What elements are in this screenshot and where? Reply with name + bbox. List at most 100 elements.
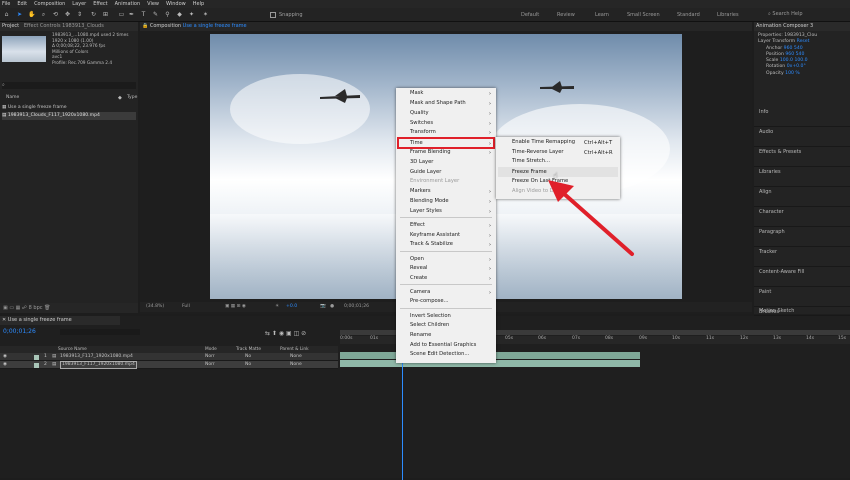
tab-effect-controls[interactable]: Effect Controls 1983913_Clouds (24, 23, 104, 29)
menu-item-rename[interactable]: Rename (410, 331, 431, 340)
pan-tool-icon[interactable]: ✥ (64, 11, 71, 18)
menu-item-add-essential-graphics[interactable]: Add to Essential Graphics (410, 341, 476, 350)
exposure-value[interactable]: +0.0 (286, 302, 297, 312)
roto-brush-icon[interactable]: ✦ (188, 11, 195, 18)
panel-motion-sketch[interactable]: Motion Sketch (754, 306, 850, 316)
menu-item-switches[interactable]: Switches (410, 119, 433, 128)
layer-name[interactable]: 1983913_F117_1920x1080.mp4 (60, 361, 137, 369)
menu-item-time[interactable]: Time (410, 139, 423, 148)
animation-composer-title[interactable]: Animation Composer 3 (754, 22, 850, 31)
panel-audio[interactable]: Audio (754, 127, 850, 147)
snapping-checkbox[interactable] (270, 12, 276, 18)
menu-window[interactable]: Window (166, 1, 186, 7)
scale-y-value[interactable]: 100.0 (794, 58, 807, 63)
visibility-eye-icon[interactable]: ◉ (3, 361, 7, 369)
layer-row[interactable]: ◉ 1 ▤ 1983913_F117_1920x1080.mp4 Norr No… (0, 353, 338, 361)
menu-item-create[interactable]: Create (410, 274, 427, 283)
opacity-value[interactable]: 100 % (785, 71, 800, 76)
menu-item-3d-layer[interactable]: 3D Layer (410, 158, 433, 167)
menu-item-open[interactable]: Open (410, 255, 424, 264)
scale-x-value[interactable]: 100.0 (780, 58, 793, 63)
layer-mode-dropdown[interactable]: Norr (205, 353, 215, 361)
menu-composition[interactable]: Composition (34, 1, 65, 7)
dolly-tool-icon[interactable]: ⇕ (76, 11, 83, 18)
new-comp-icon[interactable]: ▦ (16, 305, 21, 311)
composition-switches-icons[interactable]: ⇆ ⬆ ◉ ▣ ◫ ⊘ (265, 330, 306, 337)
column-source-name[interactable]: Source Name (58, 346, 87, 353)
region-of-interest-icon[interactable]: ▣ ▦ ⊞ ◉ (225, 302, 246, 312)
color-depth-label[interactable]: 8 bpc (29, 305, 43, 311)
workspace-learn[interactable]: Learn (595, 12, 609, 18)
snapshot-icon[interactable]: 📷 (320, 302, 326, 312)
visibility-eye-icon[interactable]: ◉ (3, 353, 7, 361)
timeline-timecode[interactable]: 0;00;01;26 (3, 328, 36, 335)
timeline-tab[interactable]: ✕ Use a single freeze frame (0, 316, 120, 325)
menu-item-select-children[interactable]: Select Children (410, 321, 449, 330)
layer-matte-dropdown[interactable]: No (245, 353, 251, 361)
position-y-value[interactable]: 540 (796, 52, 805, 57)
menu-item-markers[interactable]: Markers (410, 187, 431, 196)
orbit-tool-icon[interactable]: ⟲ (52, 11, 59, 18)
interpret-footage-icon[interactable]: ▣ (3, 305, 8, 311)
submenu-enable-time-remapping[interactable]: Enable Time Remapping (512, 138, 575, 147)
flowchart-icon[interactable]: ☍ (22, 305, 27, 311)
menu-item-transform[interactable]: Transform (410, 128, 436, 137)
layer-name[interactable]: 1983913_F117_1920x1080.mp4 (60, 353, 133, 361)
eraser-tool-icon[interactable]: ◆ (176, 11, 183, 18)
panel-paragraph[interactable]: Paragraph (754, 227, 850, 247)
column-name[interactable]: Name (6, 95, 19, 100)
column-track-matte[interactable]: Track Matte (236, 346, 261, 353)
tag-icon[interactable]: ◆ (118, 95, 122, 101)
composition-tab[interactable]: 🔒 Composition Use a single freeze frame (140, 22, 752, 31)
home-icon[interactable]: ⌂ (3, 11, 10, 18)
rectangle-tool-icon[interactable]: ▭ (118, 11, 125, 18)
anchor-y-value[interactable]: 540 (794, 46, 803, 51)
layer-row[interactable]: ◉ 2 ▤ 1983913_F117_1920x1080.mp4 Norr No… (0, 361, 338, 369)
submenu-time-stretch[interactable]: Time Stretch... (512, 157, 550, 166)
column-parent[interactable]: Parent & Link (280, 346, 309, 353)
menu-item-mask-shape-path[interactable]: Mask and Shape Path (410, 99, 466, 108)
menu-item-reveal[interactable]: Reveal (410, 264, 427, 273)
layer-parent-dropdown[interactable]: None (290, 361, 302, 369)
workspace-default[interactable]: Default (521, 12, 539, 18)
selection-tool-icon[interactable]: ➤ (16, 11, 23, 18)
new-folder-icon[interactable]: ▭ (9, 305, 14, 311)
menu-item-layer-styles[interactable]: Layer Styles (410, 207, 442, 216)
menu-item-track-stabilize[interactable]: Track & Stabilize (410, 240, 453, 249)
panel-character[interactable]: Character (754, 207, 850, 227)
panel-content-aware-fill[interactable]: Content-Aware Fill (754, 267, 850, 287)
tab-project[interactable]: Project (2, 23, 19, 29)
menu-animation[interactable]: Animation (115, 1, 141, 7)
menu-effect[interactable]: Effect (93, 1, 107, 7)
menu-item-keyframe-assistant[interactable]: Keyframe Assistant (410, 231, 460, 240)
menu-item-mask[interactable]: Mask (410, 89, 423, 98)
menu-item-blending-mode[interactable]: Blending Mode (410, 197, 449, 206)
hand-tool-icon[interactable]: ✋ (28, 11, 35, 18)
menu-item-effect[interactable]: Effect (410, 221, 425, 230)
menu-item-pre-compose[interactable]: Pre-compose... (410, 297, 449, 306)
menu-item-frame-blending[interactable]: Frame Blending (410, 148, 451, 157)
anchor-x-value[interactable]: 960 (784, 46, 793, 51)
menu-view[interactable]: View (147, 1, 159, 7)
timeline-search-input[interactable] (60, 329, 140, 335)
label-color-swatch[interactable] (34, 354, 39, 360)
menu-layer[interactable]: Layer (72, 1, 86, 7)
menu-item-guide-layer[interactable]: Guide Layer (410, 168, 441, 177)
pen-tool-icon[interactable]: ✒ (128, 11, 135, 18)
rotation-value[interactable]: 0x+0.0° (787, 64, 806, 69)
panel-align[interactable]: Align (754, 187, 850, 207)
resolution-dropdown[interactable]: Full (182, 302, 190, 312)
column-type[interactable]: Type (127, 95, 137, 100)
project-item-footage[interactable]: ▤ 1983913_Clouds_F117_1920x1080.mp4 (2, 112, 136, 120)
search-help-field[interactable]: ⌕ Search Help (768, 11, 818, 19)
puppet-tool-icon[interactable]: ✶ (202, 11, 209, 18)
show-channel-icon[interactable]: ● (330, 302, 334, 312)
column-mode[interactable]: Mode (205, 346, 217, 353)
type-tool-icon[interactable]: T (140, 11, 147, 18)
panel-tracker[interactable]: Tracker (754, 247, 850, 267)
menu-file[interactable]: File (2, 1, 10, 7)
workspace-small-screen[interactable]: Small Screen (627, 12, 660, 18)
zoom-tool-icon[interactable]: ⌕ (40, 11, 47, 18)
layer-mode-dropdown[interactable]: Norr (205, 361, 215, 369)
project-search-input[interactable]: ⌕ (2, 82, 136, 89)
